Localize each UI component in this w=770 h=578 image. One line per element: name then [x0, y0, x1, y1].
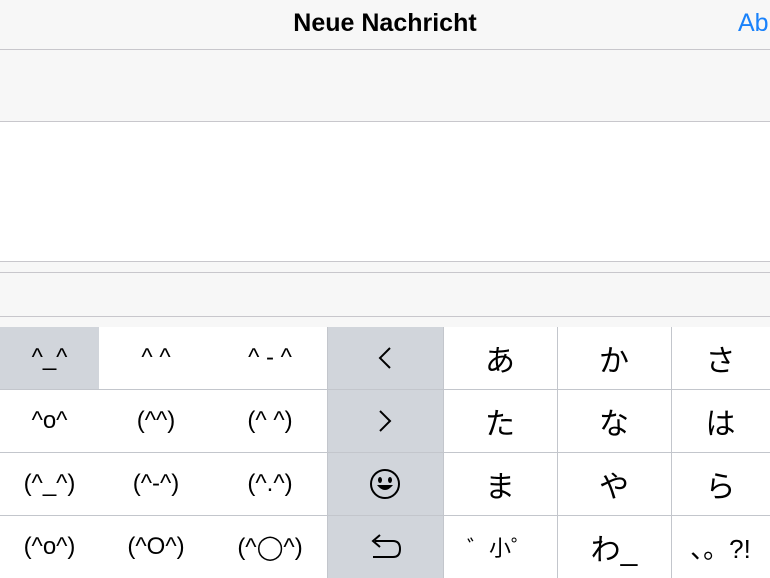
face-key[interactable]: ^ - ^: [213, 327, 327, 389]
input-toolbar: [0, 273, 770, 317]
previous-key[interactable]: [327, 327, 443, 389]
message-body[interactable]: [0, 122, 770, 262]
divider: [671, 327, 672, 578]
face-key[interactable]: (^o^): [0, 516, 99, 578]
face-key[interactable]: ^o^: [0, 390, 99, 452]
separator-bar: [0, 262, 770, 273]
face-key[interactable]: ^ ^: [99, 327, 213, 389]
divider: [443, 327, 444, 578]
cancel-button[interactable]: Ab: [738, 0, 769, 49]
kana-key[interactable]: な: [557, 390, 671, 452]
face-key[interactable]: (^O^): [99, 516, 213, 578]
chevron-left-icon: [378, 347, 391, 369]
emoji-icon: [370, 469, 400, 499]
keyboard-top-strip: [0, 317, 770, 327]
face-key[interactable]: (^_^): [0, 453, 99, 515]
kana-key[interactable]: は: [671, 390, 770, 452]
divider: [557, 327, 558, 578]
face-key[interactable]: (^.^): [213, 453, 327, 515]
chevron-right-icon: [379, 410, 392, 432]
face-key[interactable]: (^^): [99, 390, 213, 452]
navigation-bar: Neue Nachricht Ab: [0, 0, 770, 50]
kana-key[interactable]: さ: [671, 327, 770, 389]
kana-key[interactable]: ら: [671, 453, 770, 515]
kana-key[interactable]: や: [557, 453, 671, 515]
undo-icon: [371, 534, 402, 558]
divider: [0, 389, 770, 390]
face-key[interactable]: (^-^): [99, 453, 213, 515]
page-title: Neue Nachricht: [293, 9, 477, 37]
emoji-key[interactable]: [327, 453, 443, 515]
face-key[interactable]: (^ ^): [213, 390, 327, 452]
kana-key[interactable]: ま: [443, 453, 557, 515]
face-key[interactable]: ^_^: [0, 327, 99, 389]
divider: [0, 452, 770, 453]
undo-key[interactable]: [327, 516, 443, 578]
japanese-keyboard: ^_^ ^ ^ ^ - ^ ^o^ (^^) (^ ^) (^_^) (^-^)…: [0, 327, 770, 578]
dakuten-key[interactable]: ゛小゜: [443, 516, 557, 578]
kana-key[interactable]: あ: [443, 327, 557, 389]
divider: [0, 515, 770, 516]
kana-key[interactable]: か: [557, 327, 671, 389]
recipient-field[interactable]: [0, 50, 770, 122]
next-key[interactable]: [327, 390, 443, 452]
face-key[interactable]: (^◯^): [213, 516, 327, 578]
kana-key[interactable]: た: [443, 390, 557, 452]
kana-key[interactable]: わ_: [557, 516, 671, 578]
divider: [327, 327, 328, 578]
punctuation-key[interactable]: 、。?!: [671, 516, 770, 578]
